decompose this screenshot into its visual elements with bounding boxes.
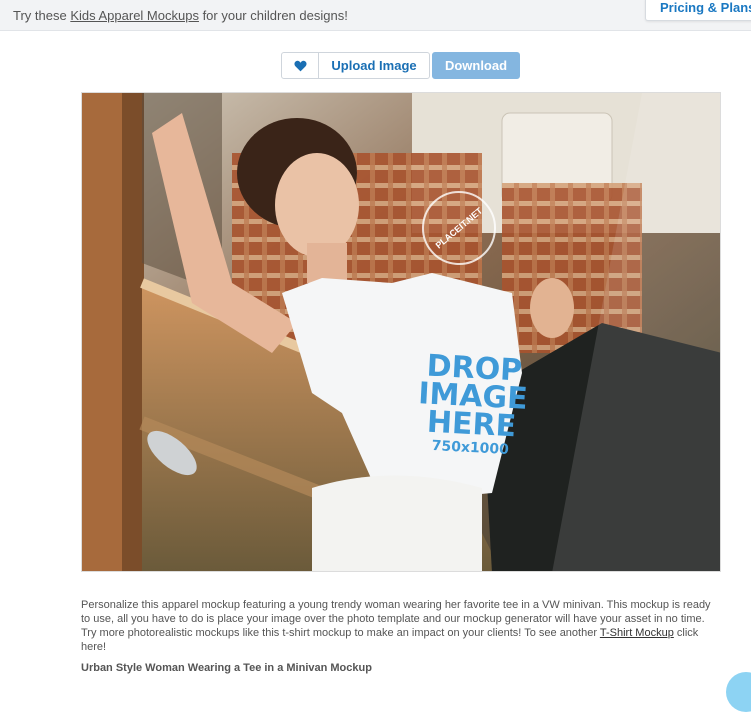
tshirt-mockup-link[interactable]: T-Shirt Mockup (600, 627, 674, 639)
heart-icon (293, 60, 307, 71)
download-button[interactable]: Download (432, 52, 520, 79)
favorite-button[interactable] (281, 52, 319, 79)
promo-suffix: for your children designs! (198, 8, 348, 23)
watermark-text: PLACEIT.NET (433, 205, 485, 251)
mockup-photo (82, 93, 720, 571)
promo-prefix: Try these (13, 8, 71, 23)
chat-widget-button[interactable] (726, 672, 751, 712)
promo-text: Try these Kids Apparel Mockups for your … (13, 8, 348, 23)
mockup-description: Personalize this apparel mockup featurin… (81, 598, 721, 654)
pricing-plans-button[interactable]: Pricing & Plans (645, 0, 751, 21)
promo-bar: Try these Kids Apparel Mockups for your … (0, 0, 751, 31)
mockup-preview[interactable]: DROP IMAGE HERE 750x1000 PLACEIT.NET (81, 92, 721, 572)
kids-apparel-link[interactable]: Kids Apparel Mockups (70, 8, 199, 23)
pricing-plans-label: Pricing & Plans (660, 0, 751, 15)
mockup-title: Urban Style Woman Wearing a Tee in a Min… (81, 662, 372, 674)
upload-image-button[interactable]: Upload Image (318, 52, 430, 79)
drop-image-placeholder[interactable]: DROP IMAGE HERE 750x1000 (404, 349, 540, 479)
